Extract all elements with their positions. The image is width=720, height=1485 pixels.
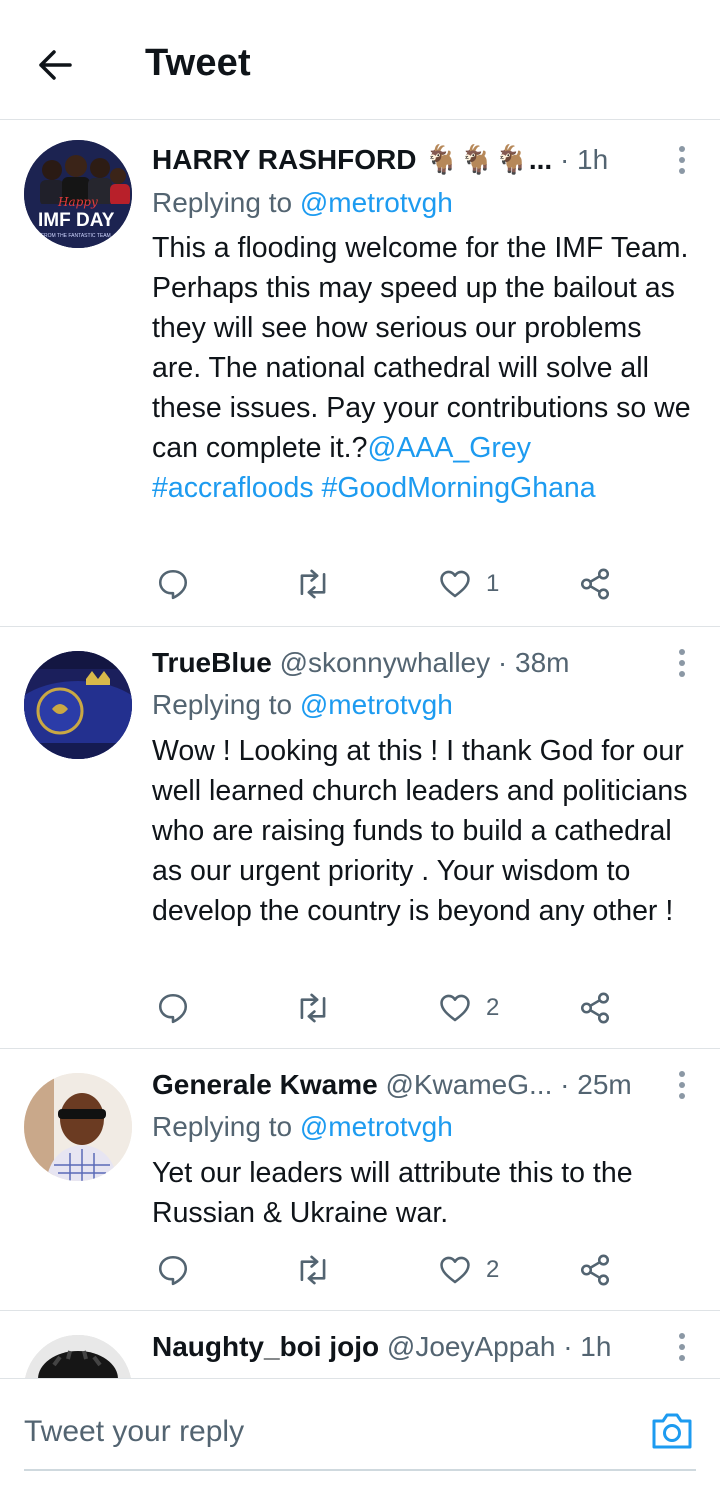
mention-link[interactable]: @metrotvgh (300, 187, 453, 218)
heart-icon (440, 570, 470, 598)
more-options-icon[interactable] (672, 645, 692, 681)
like-count: 1 (486, 570, 500, 597)
retweet-button[interactable] (295, 988, 331, 1028)
reply-icon (158, 1255, 188, 1286)
retweet-button[interactable] (295, 1250, 331, 1290)
reply-tweet[interactable]: TrueBlue @skonnywhalley · 38m Replying t… (0, 627, 720, 1049)
avatar-image (24, 651, 132, 759)
display-name[interactable]: HARRY RASHFORD 🐐🐐🐐... (152, 144, 552, 175)
tweet-header: HARRY RASHFORD 🐐🐐🐐... · 1h (152, 142, 660, 178)
share-icon (580, 1254, 610, 1286)
back-button[interactable] (30, 42, 80, 88)
display-name[interactable]: Generale Kwame (152, 1069, 378, 1100)
tweet-header: Generale Kwame @KwameG... · 25m (152, 1067, 660, 1103)
retweet-button[interactable] (295, 564, 331, 604)
avatar[interactable] (24, 651, 132, 759)
svg-text:Happy: Happy (57, 195, 98, 209)
share-button[interactable] (578, 564, 612, 604)
username[interactable]: @KwameG... (378, 1069, 552, 1100)
replying-to: Replying to @metrotvgh (152, 689, 453, 720)
reply-button[interactable] (156, 564, 190, 604)
more-options-icon[interactable] (672, 1067, 692, 1103)
reply-icon (158, 993, 188, 1024)
like-button[interactable]: 1 (438, 564, 499, 604)
reply-composer (0, 1378, 720, 1485)
top-bar: Tweet (0, 0, 720, 120)
share-icon (580, 992, 610, 1024)
tweet-actions: 2 (152, 1250, 622, 1290)
hashtag-link[interactable]: #accrafloods (152, 472, 314, 504)
more-options-icon[interactable] (672, 1329, 692, 1365)
avatar[interactable] (24, 1073, 132, 1181)
like-button[interactable]: 2 (438, 988, 499, 1028)
share-button[interactable] (578, 988, 612, 1028)
username[interactable]: @JoeyAppah (379, 1331, 556, 1362)
tweet-actions: 1 (152, 564, 622, 604)
share-icon (580, 568, 610, 600)
display-name[interactable]: Naughty_boi jojo (152, 1331, 379, 1362)
like-count: 2 (486, 994, 500, 1021)
svg-text:IMF DAY: IMF DAY (38, 210, 115, 231)
like-count: 2 (486, 1256, 500, 1283)
page-title: Tweet (145, 42, 251, 84)
retweet-icon (300, 993, 326, 1023)
tweet-actions: 2 (152, 988, 622, 1028)
tweet-text: Wow ! Looking at this ! I thank God for … (152, 735, 688, 927)
svg-text:FROM THE FANTASTIC TEAM: FROM THE FANTASTIC TEAM (41, 233, 111, 239)
reply-tweet[interactable]: Happy IMF DAY FROM THE FANTASTIC TEAM HA… (0, 121, 720, 627)
camera-icon (652, 1413, 692, 1449)
reply-tweet[interactable]: Naughty_boi jojo @JoeyAppah · 1h (0, 1311, 720, 1378)
camera-button[interactable] (650, 1411, 694, 1451)
reply-input[interactable] (24, 1407, 624, 1457)
mention-link[interactable]: @metrotvgh (300, 689, 453, 720)
timestamp: · 1h (552, 144, 609, 175)
avatar[interactable] (24, 1335, 132, 1378)
mention-link[interactable]: @AAA_Grey (367, 432, 531, 464)
timestamp: · 1h (555, 1331, 612, 1362)
replying-to: Replying to @metrotvgh (152, 1111, 453, 1142)
username[interactable]: @skonnywhalley (272, 647, 491, 678)
input-underline (24, 1469, 696, 1471)
avatar-image (24, 1073, 132, 1181)
reply-tweet[interactable]: Generale Kwame @KwameG... · 25m Replying… (0, 1049, 720, 1311)
mention-link[interactable]: @metrotvgh (300, 1111, 453, 1142)
more-options-icon[interactable] (672, 142, 692, 178)
timestamp: · 38m (490, 647, 570, 678)
retweet-icon (300, 569, 326, 599)
like-button[interactable]: 2 (438, 1250, 499, 1290)
heart-icon (440, 1256, 470, 1284)
reply-button[interactable] (156, 988, 190, 1028)
avatar-image (24, 1335, 132, 1378)
tweet-text: This a flooding welcome for the IMF Team… (152, 232, 691, 504)
avatar-image: Happy IMF DAY FROM THE FANTASTIC TEAM (24, 140, 132, 248)
hashtag-link[interactable]: #GoodMorningGhana (322, 472, 596, 504)
tweet-text: Yet our leaders will attribute this to t… (152, 1157, 633, 1229)
replying-to: Replying to @metrotvgh (152, 187, 453, 218)
avatar[interactable]: Happy IMF DAY FROM THE FANTASTIC TEAM (24, 140, 132, 248)
reply-button[interactable] (156, 1250, 190, 1290)
tweet-header: TrueBlue @skonnywhalley · 38m (152, 645, 660, 681)
reply-icon (158, 569, 188, 600)
timestamp: · 25m (552, 1069, 632, 1100)
display-name[interactable]: TrueBlue (152, 647, 272, 678)
arrow-left-icon (39, 50, 72, 80)
retweet-icon (300, 1255, 326, 1285)
tweet-header: Naughty_boi jojo @JoeyAppah · 1h (152, 1329, 660, 1365)
share-button[interactable] (578, 1250, 612, 1290)
heart-icon (440, 994, 470, 1022)
